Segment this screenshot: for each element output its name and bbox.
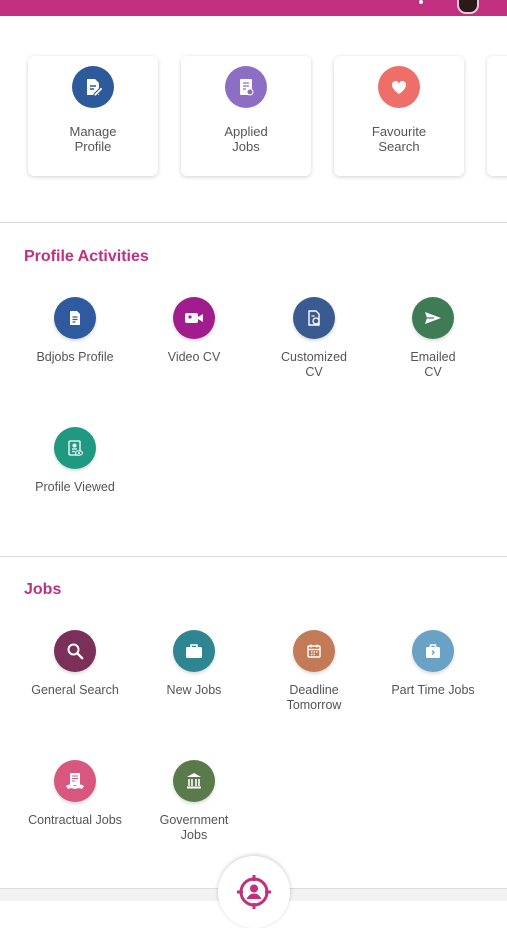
status-dot [419,0,423,4]
customized-cv-label: Customized CV [281,350,347,379]
video-cv-label: Video CV [167,350,221,364]
search-icon [67,643,84,660]
government-jobs-icon-circle [173,760,215,802]
general-search-label: General Search [31,683,119,697]
deadline-tomorrow-item[interactable]: Deadline Tomorrow [254,630,374,713]
quick-cards-row: Manage Profile Applied Jobs Favourite Se… [0,52,507,182]
profile-target-icon [237,875,271,909]
part-time-briefcase-icon [426,644,440,658]
manage-profile-icon-circle [72,66,114,108]
favourite-search-label: Favourite Search [371,124,427,154]
profile-viewed-item[interactable]: Profile Viewed [15,427,135,495]
government-jobs-label: Government Jobs [159,813,229,842]
jobs-title: Jobs [24,581,62,598]
new-jobs-label: New Jobs [166,683,222,697]
customized-cv-item[interactable]: Customized CV [254,297,374,380]
video-camera-icon [185,313,203,323]
customized-cv-icon-circle [293,297,335,339]
bdjobs-profile-label: Bdjobs Profile [36,350,114,364]
government-building-icon [187,773,201,789]
emailed-cv-item[interactable]: Emailed CV [373,297,493,380]
profile-viewed-label: Profile Viewed [35,480,115,494]
video-cv-item[interactable]: Video CV [134,297,254,365]
briefcase-icon [186,644,202,658]
deadline-tomorrow-label: Deadline Tomorrow [286,683,342,712]
document-icon [70,311,80,325]
bdjobs-profile-icon-circle [54,297,96,339]
bdjobs-profile-item[interactable]: Bdjobs Profile [15,297,135,365]
applied-document-icon [240,79,254,96]
edit-document-icon [87,79,104,97]
applied-jobs-icon-circle [225,66,267,108]
custom-document-icon [308,310,320,326]
video-cv-icon-circle [173,297,215,339]
applied-jobs-card[interactable]: Applied Jobs [181,56,311,176]
manage-profile-label: Manage Profile [69,124,117,154]
deadline-tomorrow-icon-circle [293,630,335,672]
send-icon [425,312,441,324]
general-search-item[interactable]: General Search [15,630,135,698]
divider [0,222,507,223]
favourite-search-card[interactable]: Favourite Search [334,56,464,176]
avatar[interactable] [457,0,479,14]
next-card[interactable] [487,56,507,176]
favourite-search-icon-circle [378,66,420,108]
manage-profile-card[interactable]: Manage Profile [28,56,158,176]
part-time-jobs-item[interactable]: Part Time Jobs [373,630,493,698]
top-app-bar [0,0,507,16]
contract-icon [66,773,84,789]
contractual-jobs-item[interactable]: Contractual Jobs [15,760,135,828]
profile-fab-button[interactable] [218,856,290,928]
emailed-cv-label: Emailed CV [410,350,456,379]
new-jobs-item[interactable]: New Jobs [134,630,254,698]
applied-jobs-label: Applied Jobs [224,124,268,154]
government-jobs-item[interactable]: Government Jobs [134,760,254,843]
emailed-cv-icon-circle [412,297,454,339]
profile-viewed-icon [68,440,83,456]
profile-activities-title: Profile Activities [24,248,149,265]
contractual-jobs-label: Contractual Jobs [28,813,122,827]
calendar-icon [307,644,321,658]
general-search-icon-circle [54,630,96,672]
divider [0,556,507,557]
profile-viewed-icon-circle [54,427,96,469]
heart-icon [391,80,407,94]
contractual-jobs-icon-circle [54,760,96,802]
new-jobs-icon-circle [173,630,215,672]
part-time-jobs-label: Part Time Jobs [391,683,475,697]
part-time-jobs-icon-circle [412,630,454,672]
